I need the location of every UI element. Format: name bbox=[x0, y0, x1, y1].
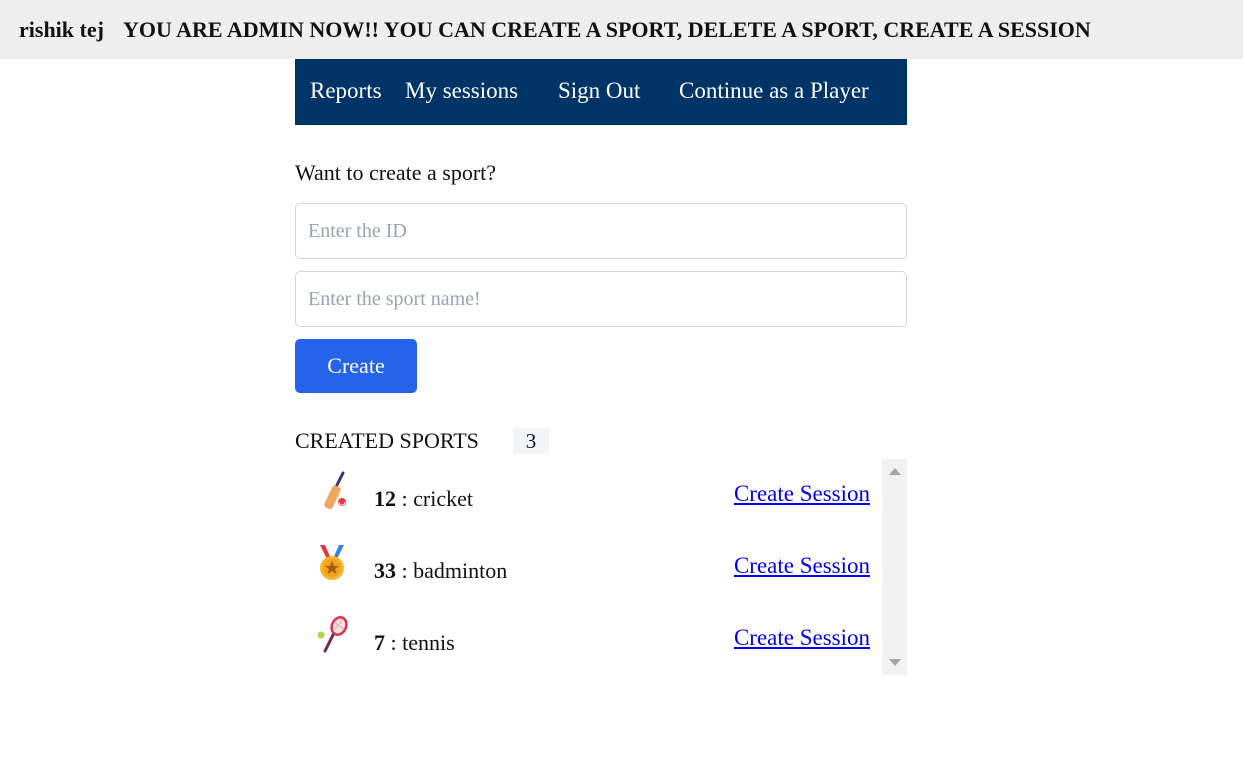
create-session-link[interactable]: Create Session bbox=[734, 625, 870, 651]
sport-name: tennis bbox=[402, 630, 455, 655]
create-session-link[interactable]: Create Session bbox=[734, 481, 870, 507]
sport-separator: : bbox=[396, 558, 414, 583]
nav-my-sessions-link[interactable]: My sessions bbox=[405, 78, 518, 104]
sport-label: 12 : cricket bbox=[374, 486, 473, 512]
created-sports-heading: CREATED SPORTS bbox=[295, 428, 479, 453]
user-name: rishik tej bbox=[19, 16, 104, 42]
list-scrollbar[interactable] bbox=[882, 459, 907, 675]
sport-separator: : bbox=[396, 486, 414, 511]
create-sport-prompt: Want to create a sport? bbox=[295, 160, 497, 185]
sport-id: 33 bbox=[374, 558, 396, 583]
nav-sign-out-link[interactable]: Sign Out bbox=[558, 78, 640, 104]
list-item: 33 : badminton Create Session bbox=[295, 531, 882, 603]
scroll-up-arrow-icon[interactable] bbox=[889, 468, 901, 475]
nav-bar: Reports My sessions Sign Out Continue as… bbox=[295, 59, 907, 125]
medal-icon bbox=[320, 545, 344, 580]
admin-message: YOU ARE ADMIN NOW!! YOU CAN CREATE A SPO… bbox=[122, 16, 1091, 42]
tennis-racket-icon bbox=[317, 616, 348, 653]
sport-name-input[interactable] bbox=[295, 271, 907, 327]
create-session-link[interactable]: Create Session bbox=[734, 553, 870, 579]
sport-separator: : bbox=[385, 630, 403, 655]
scroll-down-arrow-icon[interactable] bbox=[889, 659, 901, 666]
sport-id-input[interactable] bbox=[295, 203, 907, 259]
sport-name: cricket bbox=[413, 486, 473, 511]
create-button[interactable]: Create bbox=[295, 339, 417, 393]
sports-list[interactable]: 12 : cricket Create Session 33 : badmint… bbox=[295, 459, 907, 675]
sport-id: 7 bbox=[374, 630, 385, 655]
nav-continue-player-link[interactable]: Continue as a Player bbox=[679, 78, 869, 104]
list-item: 12 : cricket Create Session bbox=[295, 459, 882, 531]
sport-label: 7 : tennis bbox=[374, 630, 455, 656]
list-item: 7 : tennis Create Session bbox=[295, 603, 882, 675]
sport-id: 12 bbox=[374, 486, 396, 511]
sports-count-badge: 3 bbox=[513, 428, 549, 454]
sport-name: badminton bbox=[413, 558, 508, 583]
admin-banner: rishik tej YOU ARE ADMIN NOW!! YOU CAN C… bbox=[0, 0, 1243, 59]
nav-reports-link[interactable]: Reports bbox=[310, 78, 382, 104]
sport-label: 33 : badminton bbox=[374, 558, 507, 584]
cricket-bat-icon bbox=[324, 471, 346, 510]
